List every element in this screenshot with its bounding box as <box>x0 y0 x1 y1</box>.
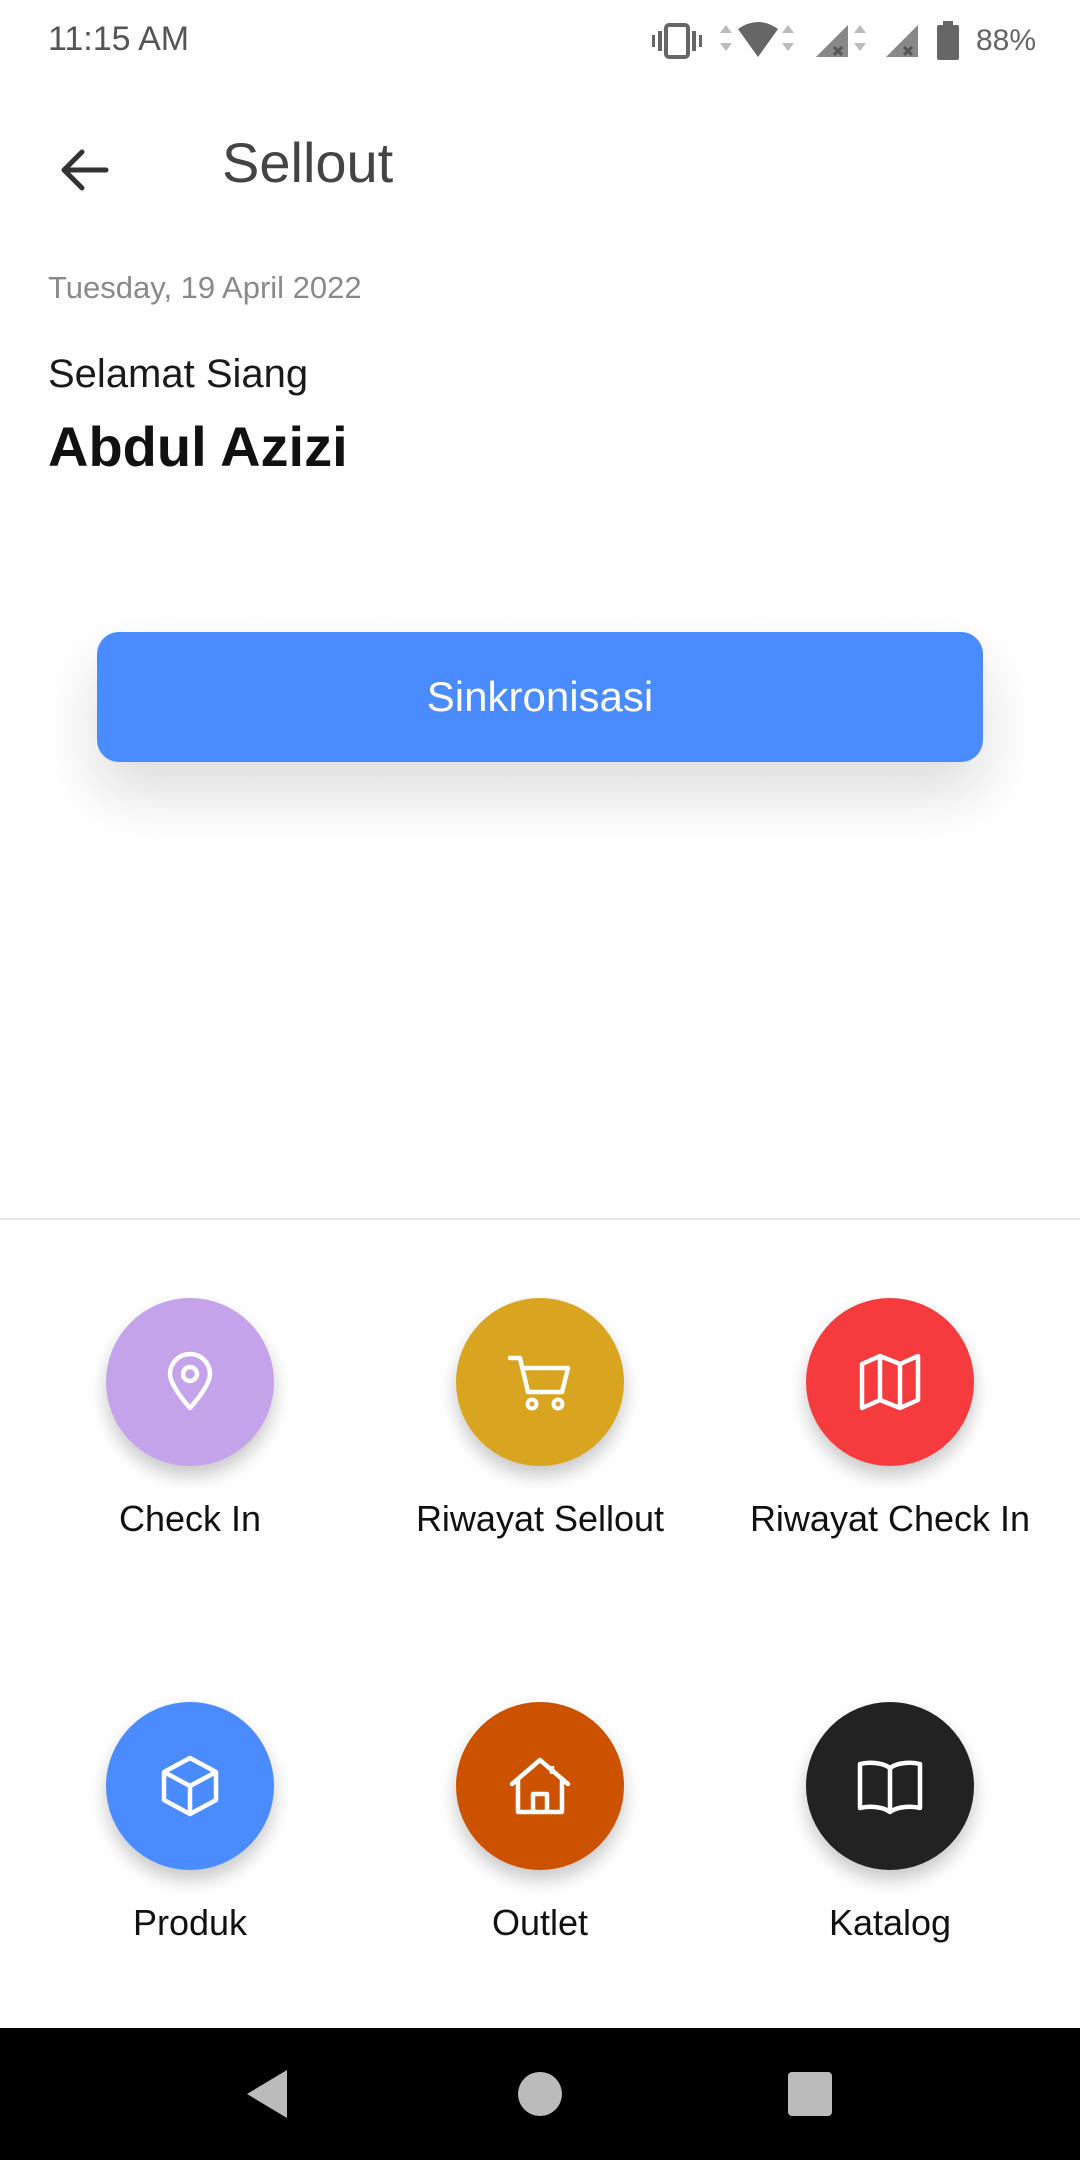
vibrate-icon <box>651 21 702 61</box>
nav-back-button[interactable] <box>232 2058 304 2130</box>
menu-circle[interactable] <box>456 1702 624 1870</box>
divider <box>0 1218 1080 1220</box>
greeting-text: Selamat Siang <box>48 352 309 396</box>
menu-circle[interactable] <box>106 1298 274 1466</box>
menu-label: Produk <box>132 1902 248 1943</box>
menu-item-riwayat-check-in[interactable]: Riwayat Check In <box>720 1298 1060 1598</box>
nav-home-button[interactable] <box>504 2058 576 2130</box>
back-button[interactable] <box>40 126 128 214</box>
location-pin-icon <box>167 1351 213 1411</box>
menu-item-check-in[interactable]: Check In <box>20 1298 360 1598</box>
sync-button[interactable]: Sinkronisasi <box>97 632 983 762</box>
menu-item-riwayat-sellout[interactable]: Riwayat Sellout <box>370 1298 710 1598</box>
status-icons: 88% <box>651 16 1036 66</box>
navigation-bar <box>0 2028 1080 2160</box>
cart-icon <box>507 1355 571 1411</box>
battery-icon <box>936 21 960 61</box>
menu-label: Check In <box>118 1498 262 1539</box>
page-title: Sellout <box>222 131 394 194</box>
battery-percent: 88% <box>975 24 1036 57</box>
menu-label: Katalog <box>828 1902 952 1943</box>
menu-label: Riwayat Check In <box>749 1498 1031 1539</box>
app-bar: Sellout <box>0 110 1080 222</box>
status-bar: 11:15 AM 88% <box>0 0 1080 84</box>
menu-circle[interactable] <box>106 1702 274 1870</box>
wifi-icon <box>716 21 798 61</box>
menu-item-produk[interactable]: Produk <box>20 1702 360 2002</box>
recents-square-icon <box>788 2072 832 2116</box>
back-triangle-icon <box>247 2070 287 2118</box>
home-circle-icon <box>518 2072 562 2116</box>
menu-label: Outlet <box>491 1902 589 1943</box>
map-icon <box>859 1353 921 1411</box>
menu-item-katalog[interactable]: Katalog <box>720 1702 1060 2002</box>
box-icon <box>161 1755 219 1817</box>
arrow-left-icon <box>61 149 109 191</box>
date-text: Tuesday, 19 April 2022 <box>48 270 362 305</box>
menu-item-outlet[interactable]: Outlet <box>370 1702 710 2002</box>
user-name: Abdul Azizi <box>48 415 348 478</box>
menu-circle[interactable] <box>456 1298 624 1466</box>
nav-recents-button[interactable] <box>774 2058 846 2130</box>
status-time: 11:15 AM <box>48 20 190 58</box>
menu-label: Riwayat Sellout <box>415 1498 665 1539</box>
signal-icon <box>882 21 922 61</box>
signal-icon <box>812 21 868 61</box>
book-icon <box>857 1760 923 1815</box>
home-icon <box>509 1757 571 1815</box>
menu-circle[interactable] <box>806 1298 974 1466</box>
menu-circle[interactable] <box>806 1702 974 1870</box>
